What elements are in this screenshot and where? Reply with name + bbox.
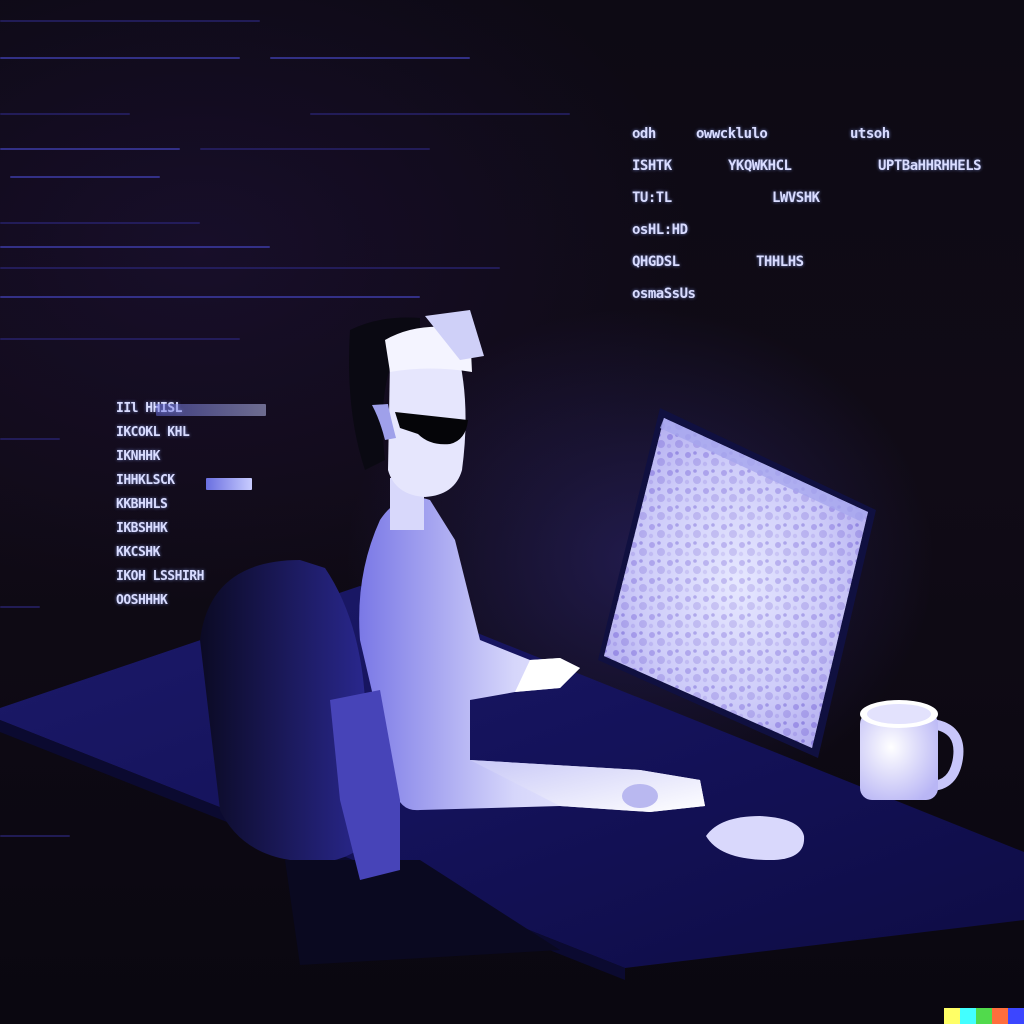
color-strip-logo	[944, 1008, 1024, 1024]
logo-segment	[992, 1008, 1008, 1024]
logo-segment	[1008, 1008, 1024, 1024]
trackball-knob	[622, 784, 658, 808]
logo-segment	[960, 1008, 976, 1024]
logo-segment	[944, 1008, 960, 1024]
illustration-scene: odh owwcklulo utsoh ISHTK YKQWKHCL UPTBa…	[0, 0, 1024, 1024]
logo-segment	[976, 1008, 992, 1024]
coffee-mug-icon	[860, 700, 964, 800]
scene-artwork	[0, 310, 1024, 980]
